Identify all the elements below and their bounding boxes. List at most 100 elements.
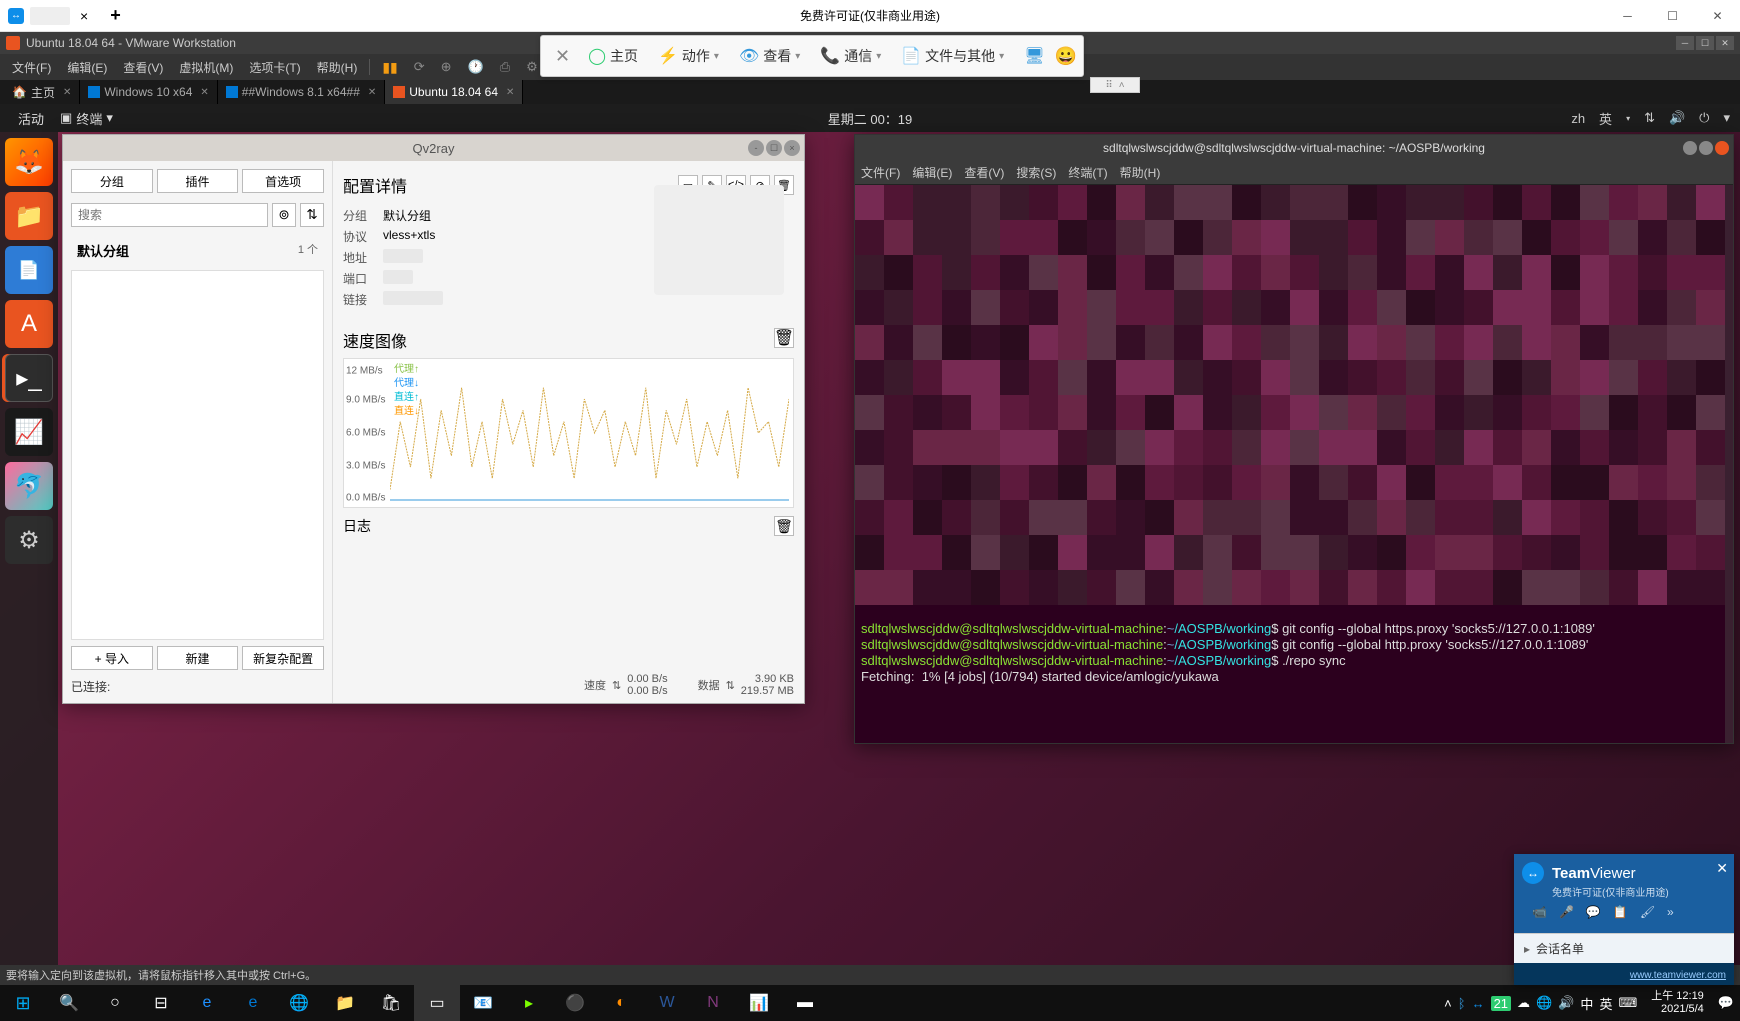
tv-new-tab-button[interactable]: +	[100, 5, 131, 26]
start-button[interactable]: ⊞	[0, 985, 46, 1021]
minimize-icon[interactable]: -	[748, 140, 764, 156]
tab-win10[interactable]: Windows 10 x64✕	[80, 80, 217, 104]
network-icon[interactable]: ⇅	[1644, 110, 1655, 126]
taskview-button[interactable]: ⊟	[138, 985, 184, 1021]
term-menu-search[interactable]: 搜索(S)	[1016, 164, 1056, 181]
dock-monitor[interactable]: 📈	[5, 408, 53, 456]
taskbar-ie[interactable]: e	[184, 985, 230, 1021]
toolbar-icon[interactable]: ⊕	[433, 59, 460, 75]
tab-close-icon[interactable]: ✕	[368, 87, 376, 98]
maximize-icon[interactable]: ☐	[766, 140, 782, 156]
tv-toolbar-grip[interactable]: ⠿˄	[1090, 77, 1140, 93]
term-menu-help[interactable]: 帮助(H)	[1120, 164, 1161, 181]
tv-view-button[interactable]: 👁查看▾	[729, 36, 810, 76]
minimize-icon[interactable]: ─	[1676, 36, 1694, 50]
tab-close-icon[interactable]: ✕	[200, 87, 208, 98]
menu-help[interactable]: 帮助(H)	[309, 59, 366, 76]
maximize-icon[interactable]: ☐	[1696, 36, 1714, 50]
close-icon[interactable]: ✕	[1716, 860, 1728, 877]
close-icon[interactable]: ×	[784, 140, 800, 156]
qv2ray-window[interactable]: Qv2ray -☐× 分组 插件 首选项 ⊚ ⇅ 默认分组 1 个	[62, 134, 805, 704]
tray-volume-icon[interactable]: 🔊	[1558, 995, 1574, 1011]
terminal-title-bar[interactable]: sdltqlwslwscjddw@sdltqlwslwscjddw-virtua…	[855, 135, 1733, 161]
close-icon[interactable]: ✕	[1695, 1, 1740, 31]
terminal-scrollbar[interactable]	[1725, 185, 1733, 743]
power-icon[interactable]: ⏻	[1699, 110, 1709, 126]
chat-icon[interactable]: 💬	[1586, 905, 1601, 919]
tray-temp-badge[interactable]: 21	[1491, 996, 1511, 1011]
tab-close-icon[interactable]: ✕	[63, 87, 71, 98]
clear-log-icon[interactable]: 🗑	[774, 516, 794, 536]
tv-home-button[interactable]: ◯主页	[578, 36, 648, 76]
dock-firefox[interactable]: 🦊	[5, 138, 53, 186]
activities-button[interactable]: 活动	[10, 109, 52, 128]
taskbar-app[interactable]: ▸	[506, 985, 552, 1021]
cortana-button[interactable]: ○	[92, 985, 138, 1021]
plugin-button[interactable]: 插件	[157, 169, 239, 193]
tab-ubuntu[interactable]: Ubuntu 18.04 64✕	[385, 80, 523, 104]
expand-icon[interactable]: »	[1667, 905, 1674, 919]
tray-onedrive-icon[interactable]: ☁	[1517, 995, 1530, 1011]
menu-edit[interactable]: 编辑(E)	[59, 59, 115, 76]
dock-files[interactable]: 📁	[5, 192, 53, 240]
taskbar-edge2[interactable]: 🌐	[276, 985, 322, 1021]
search-input[interactable]	[71, 203, 268, 227]
tab-close-icon[interactable]: ✕	[506, 87, 514, 98]
menu-file[interactable]: 文件(F)	[4, 59, 59, 76]
term-menu-terminal[interactable]: 终端(T)	[1068, 164, 1107, 181]
smiley-icon[interactable]: 😀	[1055, 46, 1077, 67]
taskbar-app[interactable]: ◐	[598, 985, 644, 1021]
tv-link[interactable]: www.teamviewer.com	[1630, 970, 1726, 981]
complex-button[interactable]: 新复杂配置	[242, 646, 324, 670]
term-menu-file[interactable]: 文件(F)	[861, 164, 900, 181]
tray-keyboard-icon[interactable]: ⌨	[1618, 995, 1637, 1011]
taskbar-app[interactable]: 📊	[736, 985, 782, 1021]
tray-ime2[interactable]: 英	[1599, 994, 1612, 1013]
volume-icon[interactable]: 🔊	[1669, 110, 1685, 126]
taskbar-vmware[interactable]: ▭	[414, 985, 460, 1021]
taskbar-store[interactable]: 🛍	[368, 985, 414, 1021]
qv2ray-title-bar[interactable]: Qv2ray -☐×	[63, 135, 804, 161]
menu-tabs[interactable]: 选项卡(T)	[241, 59, 308, 76]
tray-clock[interactable]: 上午 12:192021/5/4	[1643, 990, 1712, 1016]
menu-view[interactable]: 查看(V)	[115, 59, 171, 76]
maximize-icon[interactable]: ☐	[1650, 1, 1695, 31]
new-button[interactable]: 新建	[157, 646, 239, 670]
tv-tab-close-icon[interactable]: ×	[76, 8, 92, 24]
tv-actions-button[interactable]: ⚡动作▾	[648, 36, 729, 76]
close-icon[interactable]	[1715, 141, 1729, 155]
dock-software[interactable]: A	[5, 300, 53, 348]
tv-session-tab[interactable]: ↔ ×	[0, 7, 100, 25]
taskbar-terminal[interactable]: ▬	[782, 985, 828, 1021]
search-button[interactable]: 🔍	[46, 985, 92, 1021]
dock-settings[interactable]: ⚙	[5, 516, 53, 564]
taskbar-obs[interactable]: ⚫	[552, 985, 598, 1021]
clock-text[interactable]: 星期二 00：19	[828, 109, 913, 128]
terminal-app-indicator[interactable]: ▣终端▾	[52, 109, 121, 128]
taskbar-word[interactable]: W	[644, 985, 690, 1021]
taskbar-onenote[interactable]: N	[690, 985, 736, 1021]
terminal-window[interactable]: sdltqlwslwscjddw@sdltqlwslwscjddw-virtua…	[854, 134, 1734, 744]
taskbar-app[interactable]: 📧	[460, 985, 506, 1021]
close-icon[interactable]: ✕	[1716, 36, 1734, 50]
tray-ime1[interactable]: 中	[1580, 994, 1593, 1013]
tray-bluetooth-icon[interactable]: ᛒ	[1458, 996, 1466, 1011]
preferences-button[interactable]: 首选项	[242, 169, 324, 193]
tray-notifications-icon[interactable]: 💬	[1718, 995, 1734, 1011]
sort-button[interactable]: ⇅	[300, 203, 324, 227]
tray-teamviewer-icon[interactable]: ↔	[1472, 996, 1485, 1011]
tv-floating-toolbar[interactable]: ✕ ◯主页 ⚡动作▾ 👁查看▾ 📞通信▾ 📄文件与其他▾ 🖥 😀	[540, 35, 1084, 77]
dock-writer[interactable]: 📄	[5, 246, 53, 294]
minimize-icon[interactable]	[1683, 141, 1697, 155]
tray-chevron-up-icon[interactable]: ˄	[1444, 996, 1452, 1011]
import-button[interactable]: + 导入	[71, 646, 153, 670]
teamviewer-side-panel[interactable]: ↔ TeamViewer 免费许可证(仅非商业用途) ✕ 📹 🎤 💬 📋 🖌 »…	[1514, 854, 1734, 985]
menu-vm[interactable]: 虚拟机(M)	[171, 59, 241, 76]
toolbar-icon[interactable]: ⟳	[406, 59, 433, 75]
connection-list[interactable]	[71, 270, 324, 640]
mic-icon[interactable]: 🎤	[1559, 905, 1574, 919]
dock-app[interactable]: 🐬	[5, 462, 53, 510]
maximize-icon[interactable]	[1699, 141, 1713, 155]
tab-win81[interactable]: ##Windows 8.1 x64##✕	[218, 80, 385, 104]
pause-icon[interactable]: ▮▮	[374, 59, 405, 76]
